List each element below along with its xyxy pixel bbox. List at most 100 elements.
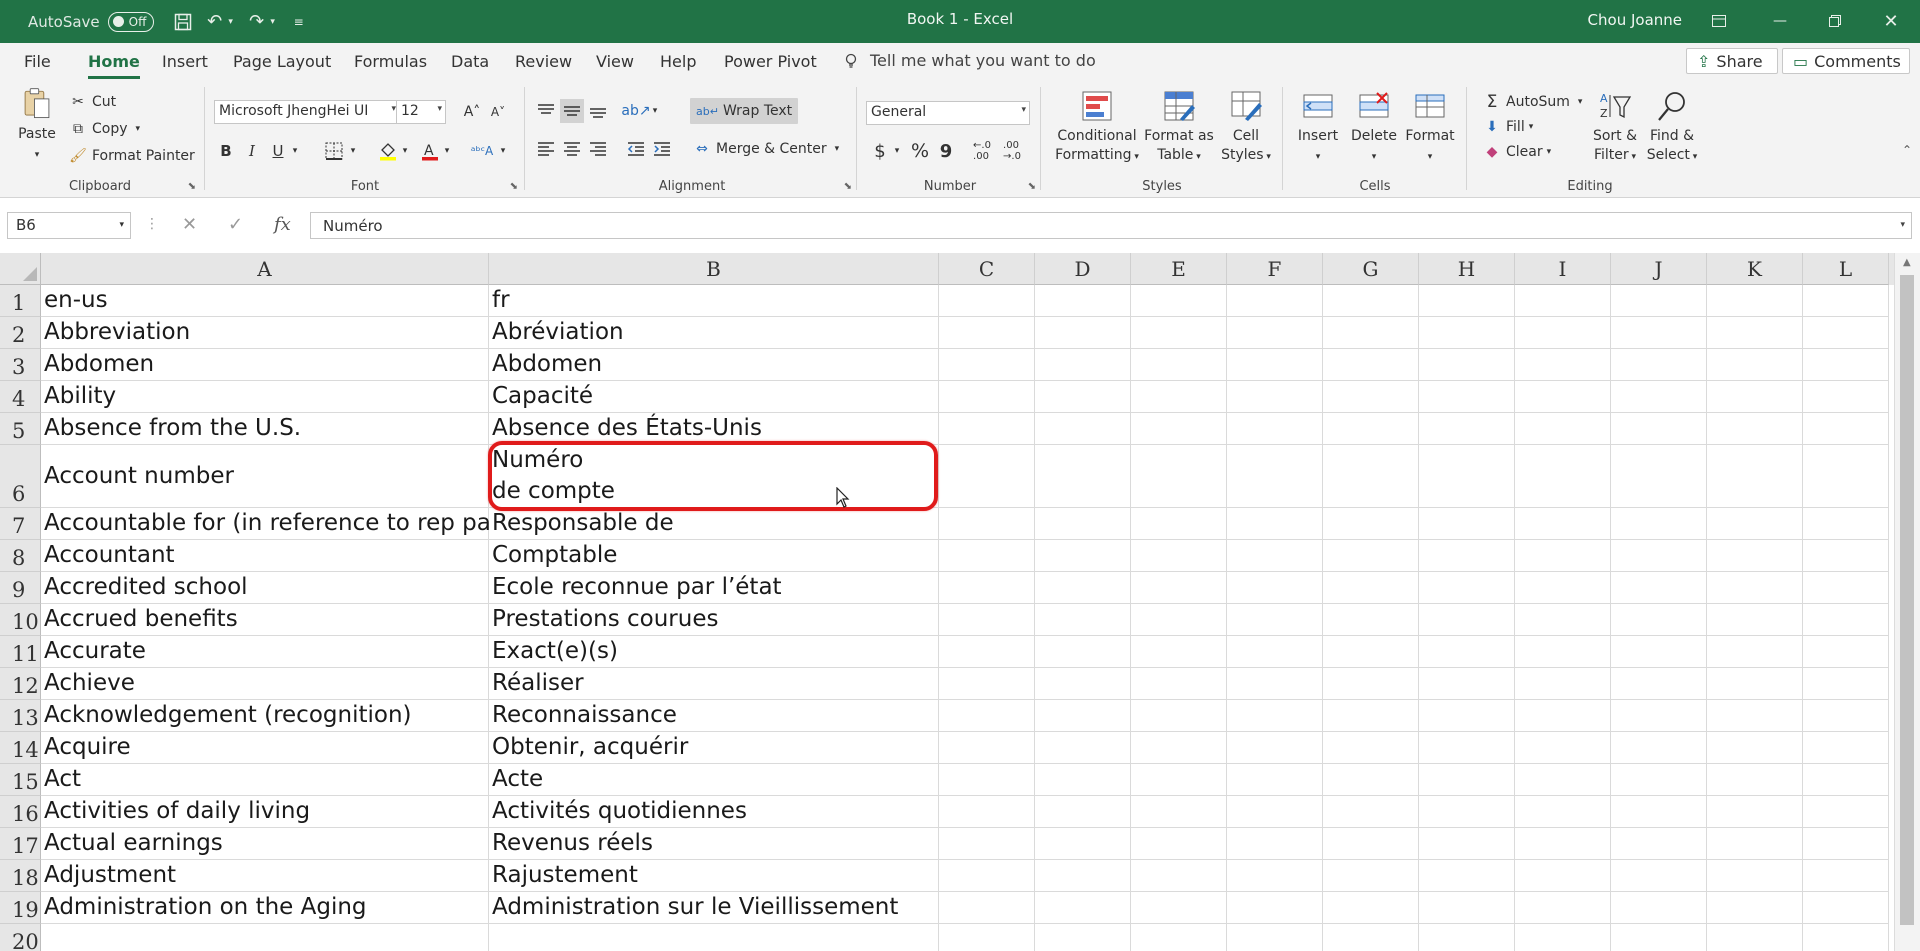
empty-cell[interactable] <box>939 732 1035 764</box>
empty-cell[interactable] <box>1323 732 1419 764</box>
empty-cell[interactable] <box>939 796 1035 828</box>
cell-styles-button[interactable]: Cell Styles ▾ <box>1218 89 1274 167</box>
italic-button[interactable]: I <box>240 139 264 163</box>
cell-a5[interactable]: Absence from the U.S. <box>41 413 489 445</box>
empty-cell[interactable] <box>939 540 1035 572</box>
tab-review[interactable]: Review <box>515 52 572 71</box>
empty-cell[interactable] <box>1611 860 1707 892</box>
empty-cell[interactable] <box>1419 445 1515 508</box>
empty-cell[interactable] <box>1323 700 1419 732</box>
minimize-icon[interactable]: — <box>1765 6 1795 36</box>
decrease-indent-icon[interactable] <box>624 137 648 161</box>
cell-b10[interactable]: Prestations courues <box>489 604 939 636</box>
format-cells-button[interactable]: Format ▾ <box>1402 89 1458 167</box>
empty-cell[interactable] <box>1611 636 1707 668</box>
clear-button[interactable]: ◆ Clear ▾ <box>1482 141 1552 163</box>
empty-cell[interactable] <box>1227 924 1323 951</box>
sort-filter-button[interactable]: AZ Sort & Filter ▾ <box>1588 89 1642 167</box>
empty-cell[interactable] <box>1611 828 1707 860</box>
cell-b8[interactable]: Comptable <box>489 540 939 572</box>
empty-cell[interactable] <box>1803 828 1889 860</box>
column-header-h[interactable]: H <box>1419 253 1515 285</box>
bottom-align-icon[interactable] <box>586 99 610 123</box>
cell-a19[interactable]: Administration on the Aging <box>41 892 489 924</box>
cell-a8[interactable]: Accountant <box>41 540 489 572</box>
empty-cell[interactable] <box>1419 540 1515 572</box>
empty-cell[interactable] <box>1227 285 1323 317</box>
empty-cell[interactable] <box>1611 540 1707 572</box>
empty-cell[interactable] <box>1707 796 1803 828</box>
align-center-icon[interactable] <box>560 137 584 161</box>
underline-button[interactable]: U <box>266 139 290 163</box>
empty-cell[interactable] <box>1611 764 1707 796</box>
empty-cell[interactable] <box>1707 860 1803 892</box>
top-align-icon[interactable] <box>534 99 558 123</box>
empty-cell[interactable] <box>1707 700 1803 732</box>
cell-b17[interactable]: Revenus réels <box>489 828 939 860</box>
empty-cell[interactable] <box>1515 508 1611 540</box>
empty-cell[interactable] <box>1707 445 1803 508</box>
empty-cell[interactable] <box>1035 764 1131 796</box>
empty-cell[interactable] <box>1131 668 1227 700</box>
empty-cell[interactable] <box>1707 540 1803 572</box>
empty-cell[interactable] <box>1131 445 1227 508</box>
cell-a6[interactable]: Account number <box>41 445 489 508</box>
empty-cell[interactable] <box>1515 700 1611 732</box>
cell-a18[interactable]: Adjustment <box>41 860 489 892</box>
column-header-i[interactable]: I <box>1515 253 1611 285</box>
empty-cell[interactable] <box>1515 604 1611 636</box>
empty-cell[interactable] <box>1035 924 1131 951</box>
cell-a12[interactable]: Achieve <box>41 668 489 700</box>
empty-cell[interactable] <box>1323 317 1419 349</box>
empty-cell[interactable] <box>1323 924 1419 951</box>
middle-align-icon[interactable] <box>560 99 584 123</box>
column-header-a[interactable]: A <box>41 253 489 285</box>
empty-cell[interactable] <box>1227 349 1323 381</box>
cell-b7[interactable]: Responsable de <box>489 508 939 540</box>
empty-cell[interactable] <box>1419 668 1515 700</box>
cell-a15[interactable]: Act <box>41 764 489 796</box>
empty-cell[interactable] <box>1035 317 1131 349</box>
empty-cell[interactable] <box>1707 508 1803 540</box>
cell-a14[interactable]: Acquire <box>41 732 489 764</box>
tab-insert[interactable]: Insert <box>162 52 208 71</box>
ribbon-display-icon[interactable] <box>1704 6 1734 36</box>
empty-cell[interactable] <box>1803 508 1889 540</box>
row-header[interactable]: 15 <box>0 764 41 796</box>
comments-button[interactable]: ▭ Comments <box>1782 48 1910 74</box>
name-box[interactable]: B6 ▾ <box>7 212 131 239</box>
empty-cell[interactable] <box>1131 732 1227 764</box>
empty-cell[interactable] <box>1131 924 1227 951</box>
restore-icon[interactable] <box>1820 6 1850 36</box>
empty-cell[interactable] <box>1419 381 1515 413</box>
empty-cell[interactable] <box>1515 796 1611 828</box>
empty-cell[interactable] <box>1131 285 1227 317</box>
tell-me-search[interactable]: Tell me what you want to do <box>844 51 1096 70</box>
scroll-up-icon[interactable]: ▲ <box>1903 257 1911 268</box>
enter-icon[interactable]: ✓ <box>228 214 243 235</box>
fill-color-icon[interactable] <box>376 139 400 163</box>
empty-cell[interactable] <box>939 668 1035 700</box>
empty-cell[interactable] <box>1323 413 1419 445</box>
tab-view[interactable]: View <box>596 52 634 71</box>
cell-b12[interactable]: Réaliser <box>489 668 939 700</box>
empty-cell[interactable] <box>1515 764 1611 796</box>
format-as-table-button[interactable]: Format as Table ▾ <box>1142 89 1216 167</box>
empty-cell[interactable] <box>1419 796 1515 828</box>
empty-cell[interactable] <box>1803 413 1889 445</box>
tab-home[interactable]: Home <box>88 52 140 79</box>
empty-cell[interactable] <box>1515 892 1611 924</box>
row-header[interactable]: 16 <box>0 796 41 828</box>
copy-button[interactable]: ⧉ Copy ▾ <box>68 118 140 140</box>
wrap-text-button[interactable]: ab↵ Wrap Text <box>690 98 799 124</box>
empty-cell[interactable] <box>1323 604 1419 636</box>
empty-cell[interactable] <box>1803 285 1889 317</box>
tab-formulas[interactable]: Formulas <box>354 52 427 71</box>
decrease-font-icon[interactable]: A˅ <box>486 100 510 124</box>
empty-cell[interactable] <box>1227 445 1323 508</box>
close-icon[interactable]: ✕ <box>1876 6 1906 36</box>
empty-cell[interactable] <box>939 828 1035 860</box>
cell-b3[interactable]: Abdomen <box>489 349 939 381</box>
empty-cell[interactable] <box>1035 796 1131 828</box>
empty-cell[interactable] <box>1611 668 1707 700</box>
